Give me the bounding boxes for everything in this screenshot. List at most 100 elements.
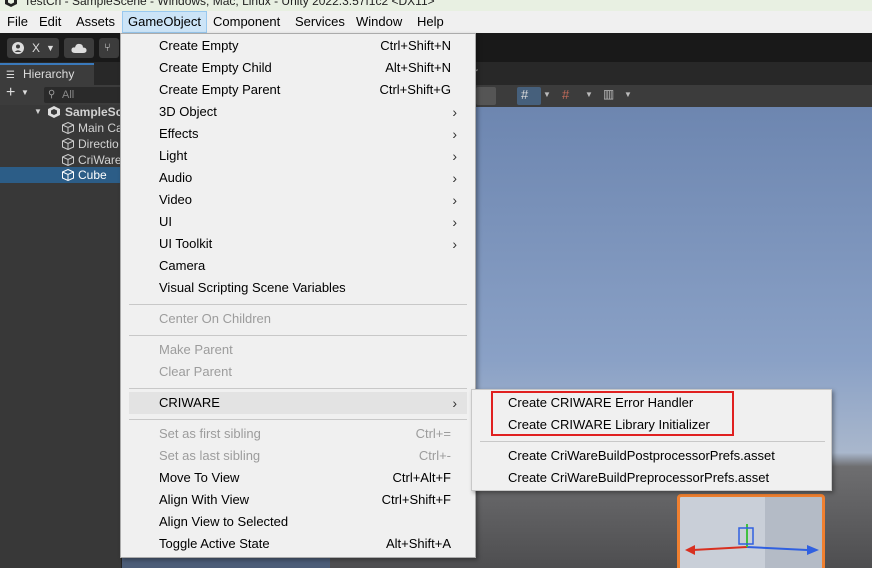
menu-item-create-preprocessor-prefs[interactable]: Create CriWareBuildPreprocessorPrefs.ass… bbox=[508, 467, 769, 489]
grid-snap-button[interactable]: # bbox=[517, 87, 541, 105]
list-icon: ☰ bbox=[6, 70, 15, 81]
chevron-right-icon: › bbox=[452, 126, 457, 142]
chevron-down-icon[interactable]: ▼ bbox=[624, 90, 632, 99]
menu-item-clear-parent: Clear Parent bbox=[129, 361, 467, 383]
chevron-down-icon[interactable]: ▼ bbox=[21, 88, 29, 97]
menu-item-label: UI bbox=[159, 214, 172, 229]
hierarchy-item-label: CriWare bbox=[78, 153, 122, 167]
menu-component[interactable]: Component bbox=[208, 11, 285, 33]
menu-item-create-empty[interactable]: Create Empty Ctrl+Shift+N bbox=[129, 35, 467, 57]
menu-item-align-view-to-selected[interactable]: Align View to Selected bbox=[129, 511, 467, 533]
account-dropdown[interactable]: X ▼ bbox=[7, 38, 59, 58]
menu-edit[interactable]: Edit bbox=[34, 11, 66, 33]
collab-button[interactable]: ⑂ bbox=[99, 38, 119, 58]
menu-help[interactable]: Help bbox=[412, 11, 449, 33]
gameobject-cube-icon bbox=[62, 122, 74, 134]
menu-item-label: Align View to Selected bbox=[159, 514, 289, 529]
menu-item-label: Visual Scripting Scene Variables bbox=[159, 280, 346, 295]
menu-item-label: Set as first sibling bbox=[159, 426, 261, 441]
chevron-right-icon: › bbox=[452, 170, 457, 186]
chevron-right-icon: › bbox=[452, 192, 457, 208]
scene-dropdown[interactable] bbox=[476, 87, 496, 105]
hierarchy-item-selected[interactable]: Cube bbox=[0, 167, 122, 183]
scene-name: SampleSc bbox=[65, 105, 122, 119]
menu-item-label: Create Empty Child bbox=[159, 60, 272, 75]
menu-item-label: UI Toolkit bbox=[159, 236, 213, 251]
menu-item-create-postprocessor-prefs[interactable]: Create CriWareBuildPostprocessorPrefs.as… bbox=[508, 445, 775, 467]
cloud-button[interactable] bbox=[64, 38, 94, 58]
menu-file[interactable]: File bbox=[2, 11, 33, 33]
chevron-down-icon[interactable]: ▼ bbox=[543, 90, 551, 99]
menu-item-create-empty-parent[interactable]: Create Empty Parent Ctrl+Shift+G bbox=[129, 79, 467, 101]
menu-item-shortcut: Ctrl+- bbox=[418, 448, 451, 463]
menu-item-label: Video bbox=[159, 192, 193, 207]
menu-services[interactable]: Services bbox=[290, 11, 350, 33]
account-icon bbox=[12, 42, 24, 54]
gameobject-cube-icon bbox=[62, 154, 74, 166]
menu-item-create-empty-child[interactable]: Create Empty Child Alt+Shift+N bbox=[129, 57, 467, 79]
menu-item-align-with-view[interactable]: Align With View Ctrl+Shift+F bbox=[129, 489, 467, 511]
hierarchy-item-label: Main Ca bbox=[78, 121, 122, 135]
add-icon[interactable]: + bbox=[6, 84, 15, 102]
menu-item-3d-object[interactable]: 3D Object › bbox=[129, 101, 467, 123]
menu-item-ui-toolkit[interactable]: UI Toolkit › bbox=[129, 233, 467, 255]
menu-item-effects[interactable]: Effects › bbox=[129, 123, 467, 145]
search-placeholder: All bbox=[62, 89, 75, 101]
hierarchy-item[interactable]: Directio bbox=[0, 136, 122, 152]
chevron-down-icon[interactable]: ▼ bbox=[585, 90, 593, 99]
menu-separator bbox=[129, 335, 467, 336]
menu-item-shortcut: Ctrl+Shift+F bbox=[381, 492, 451, 507]
snap-increment-button[interactable]: # bbox=[558, 87, 580, 105]
menu-item-label: Make Parent bbox=[159, 342, 233, 357]
hierarchy-item[interactable]: CriWare bbox=[0, 152, 122, 168]
hierarchy-item-label: Directio bbox=[78, 137, 119, 151]
cloud-icon bbox=[71, 43, 87, 53]
menu-item-label: Light bbox=[159, 148, 188, 163]
chevron-right-icon: › bbox=[452, 395, 457, 411]
menu-item-move-to-view[interactable]: Move To View Ctrl+Alt+F bbox=[129, 467, 467, 489]
toggle-visibility-button[interactable]: ▥ bbox=[599, 87, 621, 105]
scene-root-row[interactable]: ▼ SampleSc bbox=[0, 104, 122, 120]
menu-item-set-first-sibling: Set as first sibling Ctrl+= bbox=[129, 423, 467, 445]
hierarchy-item[interactable]: Main Ca bbox=[0, 120, 122, 136]
menu-item-shortcut: Alt+Shift+N bbox=[385, 60, 451, 75]
visibility-bars-icon: ▥ bbox=[603, 87, 615, 101]
menu-item-shortcut: Ctrl+Shift+N bbox=[380, 38, 451, 53]
menu-item-light[interactable]: Light › bbox=[129, 145, 467, 167]
collab-icon: ⑂ bbox=[104, 42, 111, 54]
menu-window[interactable]: Window bbox=[351, 11, 407, 33]
annotation-highlight-box bbox=[491, 391, 734, 436]
menu-assets[interactable]: Assets bbox=[71, 11, 120, 33]
unity-logo-icon bbox=[5, 0, 17, 7]
chevron-right-icon: › bbox=[452, 104, 457, 120]
menu-item-label: Set as last sibling bbox=[159, 448, 261, 463]
menu-item-ui[interactable]: UI › bbox=[129, 211, 467, 233]
menu-item-shortcut: Alt+Shift+A bbox=[385, 536, 451, 551]
transform-gizmo-icon bbox=[685, 524, 819, 555]
menu-item-camera[interactable]: Camera bbox=[129, 255, 467, 277]
menu-item-label: Align With View bbox=[159, 492, 250, 507]
menu-item-label: Create Empty bbox=[159, 38, 239, 53]
menu-item-make-parent: Make Parent bbox=[129, 339, 467, 361]
menu-separator bbox=[129, 419, 467, 420]
hierarchy-search-input[interactable]: ⚲ All bbox=[44, 87, 122, 103]
menu-item-shortcut: Ctrl+Alt+F bbox=[392, 470, 451, 485]
menu-separator bbox=[129, 388, 467, 389]
hierarchy-panel: ☰ Hierarchy + ▼ ⚲ All ▼ SampleSc Main Ca… bbox=[0, 62, 122, 568]
expand-arrow-icon[interactable]: ▼ bbox=[34, 104, 42, 120]
chevron-right-icon: › bbox=[452, 214, 457, 230]
menu-item-toggle-active-state[interactable]: Toggle Active State Alt+Shift+A bbox=[129, 533, 467, 555]
hierarchy-item-label: Cube bbox=[78, 168, 107, 182]
snap-grid-icon: # bbox=[562, 87, 570, 102]
tab-hierarchy[interactable]: ☰ Hierarchy bbox=[0, 63, 94, 85]
menu-item-label: Effects bbox=[159, 126, 199, 141]
selected-cube-outline[interactable] bbox=[677, 494, 825, 568]
menu-item-criware[interactable]: CRIWARE › bbox=[129, 392, 467, 414]
menu-item-audio[interactable]: Audio › bbox=[129, 167, 467, 189]
menu-item-label: Camera bbox=[159, 258, 206, 273]
menu-item-visual-scripting-scene-variables[interactable]: Visual Scripting Scene Variables bbox=[129, 277, 467, 299]
menu-gameobject[interactable]: GameObject bbox=[122, 11, 207, 33]
menu-bar: File Edit Assets GameObject Component Se… bbox=[0, 11, 872, 33]
menu-item-video[interactable]: Video › bbox=[129, 189, 467, 211]
menu-separator bbox=[480, 441, 825, 442]
